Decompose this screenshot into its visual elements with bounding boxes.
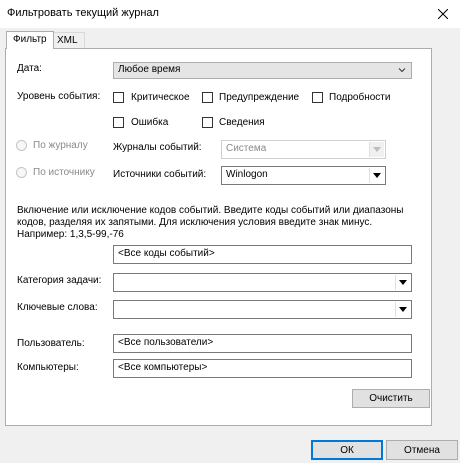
close-icon [437, 9, 448, 19]
close-button[interactable] [425, 0, 460, 28]
task-category-label: Категория задачи: [17, 275, 102, 286]
level-label: Уровень события: [17, 91, 101, 102]
by-source-radio[interactable] [16, 167, 27, 178]
critical-checkbox[interactable] [113, 92, 124, 103]
event-sources-combo[interactable]: Winlogon [221, 166, 386, 185]
by-source-label: По источнику [33, 167, 95, 178]
event-ids-input[interactable]: <Все коды событий> [113, 245, 412, 264]
ok-button[interactable]: ОК [311, 440, 383, 460]
keywords-combo[interactable] [113, 300, 412, 319]
event-sources-label: Источники событий: [113, 169, 207, 180]
event-logs-value: Система [226, 143, 267, 154]
keywords-dropdown-button[interactable] [395, 302, 410, 317]
date-value: Любое время [118, 64, 181, 75]
chevron-down-icon [373, 147, 381, 152]
computer-label: Компьютеры: [17, 362, 79, 373]
task-category-dropdown-button[interactable] [395, 275, 410, 290]
error-checkbox[interactable] [113, 117, 124, 128]
error-label: Ошибка [131, 117, 169, 128]
user-label: Пользователь: [17, 338, 85, 349]
event-logs-label: Журналы событий: [113, 142, 202, 153]
chevron-down-icon [398, 68, 406, 73]
tab-xml[interactable]: XML [50, 32, 85, 49]
clear-button[interactable]: Очистить [352, 389, 430, 408]
event-sources-dropdown-button[interactable] [369, 168, 384, 183]
event-logs-dropdown-button[interactable] [369, 142, 384, 157]
warning-checkbox[interactable] [202, 92, 213, 103]
warning-label: Предупреждение [219, 92, 300, 103]
critical-label: Критическое [131, 92, 190, 103]
user-input[interactable]: <Все пользователи> [113, 334, 412, 353]
chevron-down-icon [399, 280, 407, 285]
event-ids-description: Включение или исключение кодов событий. … [17, 205, 404, 240]
by-log-label: По журналу [33, 140, 88, 151]
chevron-down-icon [399, 307, 407, 312]
date-label: Дата: [17, 63, 42, 74]
date-combo[interactable]: Любое время [113, 62, 412, 79]
window-title: Фильтровать текущий журнал [7, 7, 159, 19]
info-label: Сведения [219, 117, 265, 128]
tab-filter[interactable]: Фильтр [6, 31, 54, 49]
computer-input[interactable]: <Все компьютеры> [113, 359, 412, 378]
verbose-label: Подробности [329, 92, 391, 103]
keywords-label: Ключевые слова: [17, 302, 98, 313]
info-checkbox[interactable] [202, 117, 213, 128]
by-log-radio[interactable] [16, 140, 27, 151]
verbose-checkbox[interactable] [312, 92, 323, 103]
event-logs-combo[interactable]: Система [221, 140, 386, 159]
event-sources-value: Winlogon [226, 169, 268, 180]
cancel-button[interactable]: Отмена [386, 440, 458, 460]
chevron-down-icon [373, 173, 381, 178]
task-category-combo[interactable] [113, 273, 412, 292]
